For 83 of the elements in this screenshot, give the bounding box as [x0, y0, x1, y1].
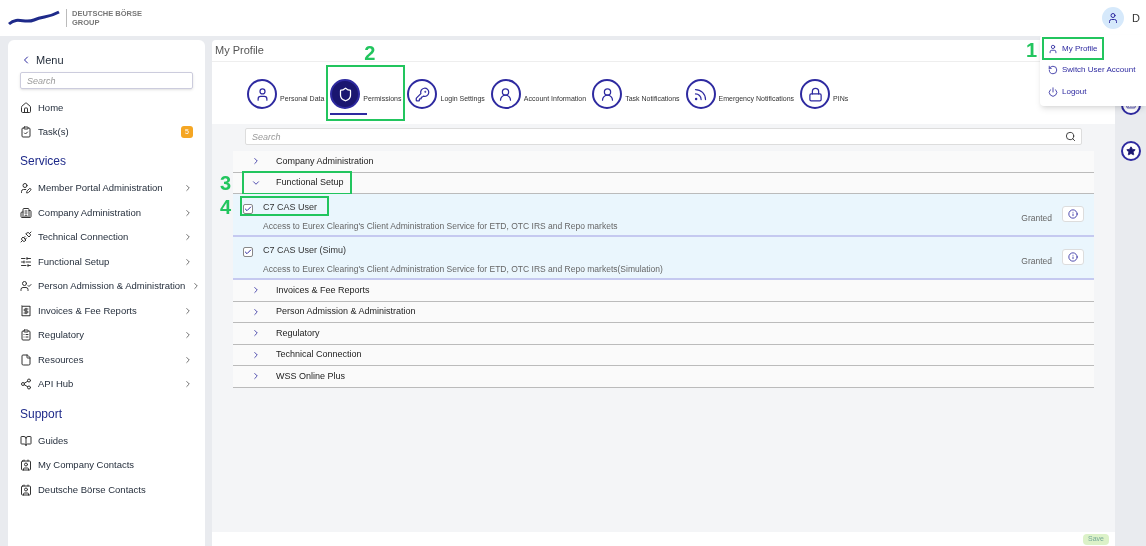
search-field[interactable]: Search: [20, 72, 193, 89]
group-row[interactable]: Invoices & Fee Reports: [233, 280, 1094, 302]
permission-description: Access to Eurex Clearing's Client Administration Service for ETD, OTC IRS and Repo markets: [263, 221, 619, 232]
sidebar-item[interactable]: Home: [20, 96, 193, 120]
group-row[interactable]: WSS Online Plus: [233, 366, 1094, 388]
annotation-number: 1: [1026, 40, 1038, 61]
user-icon: [1107, 12, 1120, 24]
group-row[interactable]: Technical Connection: [233, 344, 1094, 366]
sidebar-item[interactable]: Resources: [20, 347, 193, 372]
sidebar-item[interactable]: Member Portal Administration: [20, 176, 193, 201]
avatar-button[interactable]: [1102, 7, 1125, 29]
sidebar-item[interactable]: Company Administration: [20, 200, 193, 225]
info-button[interactable]: [1062, 206, 1084, 222]
annotation-frame: [1042, 37, 1104, 61]
sliders-icon: [20, 255, 32, 268]
checkbox[interactable]: [243, 247, 253, 257]
receipt-icon: [20, 304, 32, 317]
power-icon: [1048, 86, 1058, 97]
section-heading: Services: [20, 153, 67, 170]
signal-icon: [693, 86, 709, 102]
chevron-right-icon: [251, 285, 261, 296]
plug-icon: [20, 231, 32, 244]
star-icon: [1125, 146, 1136, 156]
chevron-right-icon: [251, 349, 261, 360]
lock-icon: [807, 86, 823, 102]
clipboard-check-icon: [20, 126, 32, 138]
logo-wave-icon: [8, 10, 60, 26]
contact-card-icon: [20, 459, 32, 472]
sidebar-item[interactable]: Invoices & Fee Reports: [20, 298, 193, 323]
user-icon: [1048, 43, 1058, 54]
user-icon: [599, 86, 615, 102]
building-icon: [20, 206, 32, 219]
book-icon: [20, 434, 32, 447]
permission-status: Granted: [1021, 212, 1052, 225]
sidebar-item[interactable]: Guides: [20, 428, 193, 453]
annotation-number: 2: [364, 43, 376, 63]
shield-icon: [337, 86, 353, 102]
house-icon: [20, 102, 32, 114]
contact-card-icon: [20, 483, 32, 496]
menu-item[interactable]: Logout: [1046, 83, 1089, 101]
group-row[interactable]: Company Administration: [233, 151, 1094, 173]
info-icon: [1068, 252, 1078, 262]
menu-back-link[interactable]: Menu: [20, 52, 193, 68]
user-icon: [254, 86, 270, 102]
info-icon: [1068, 209, 1078, 219]
annotation-number: 3: [220, 172, 232, 193]
favorites-button[interactable]: [1120, 141, 1141, 161]
sidebar-item[interactable]: My Company Contacts: [20, 453, 193, 478]
section-heading: Support: [20, 405, 64, 423]
user-icon: [498, 86, 514, 102]
permission-name: C7 CAS User (Simu): [263, 244, 347, 256]
annotation-number: 4: [220, 197, 232, 217]
chevron-right-icon: [251, 328, 261, 339]
permission-description: Access to Eurex Clearing's Client Administration Service for ETD, OTC IRS and Repo markets(Simulation): [263, 264, 664, 275]
search-icon: [1065, 131, 1076, 142]
user-initial: D: [1132, 10, 1140, 26]
sidebar-item[interactable]: Deutsche Börse Contacts: [20, 477, 193, 502]
key-icon: [415, 86, 430, 102]
checkbox[interactable]: [243, 204, 253, 214]
menu-item[interactable]: My Profile: [1046, 40, 1100, 58]
chevron-right-icon: [251, 306, 261, 317]
rotate-icon: [1048, 65, 1058, 76]
permission-status: Granted: [1021, 255, 1052, 268]
user-check-icon: [20, 280, 32, 293]
sidebar-item[interactable]: Technical Connection: [20, 225, 193, 250]
sidebar-item[interactable]: API Hub: [20, 372, 193, 397]
page-title: My Profile: [215, 43, 264, 59]
permission-name: C7 CAS User: [263, 201, 318, 213]
chevron-right-icon: [251, 371, 261, 382]
sidebar-item[interactable]: Functional Setup: [20, 249, 193, 274]
group-row[interactable]: Functional Setup: [233, 172, 1094, 194]
file-icon: [20, 353, 32, 366]
group-row[interactable]: Regulatory: [233, 323, 1094, 345]
info-button[interactable]: [1062, 249, 1084, 265]
group-row[interactable]: Person Admission & Administration: [233, 301, 1094, 323]
share-icon: [20, 378, 32, 391]
menu-item[interactable]: Switch User Account: [1046, 61, 1138, 79]
search-field[interactable]: Search: [245, 128, 1082, 145]
sidebar-item[interactable]: Regulatory: [20, 323, 193, 348]
user-pen-icon: [20, 182, 32, 195]
clipboard-icon: [20, 329, 32, 342]
chevron-right-icon: [251, 156, 261, 167]
sidebar-item[interactable]: Person Admission & Administration: [20, 274, 193, 299]
